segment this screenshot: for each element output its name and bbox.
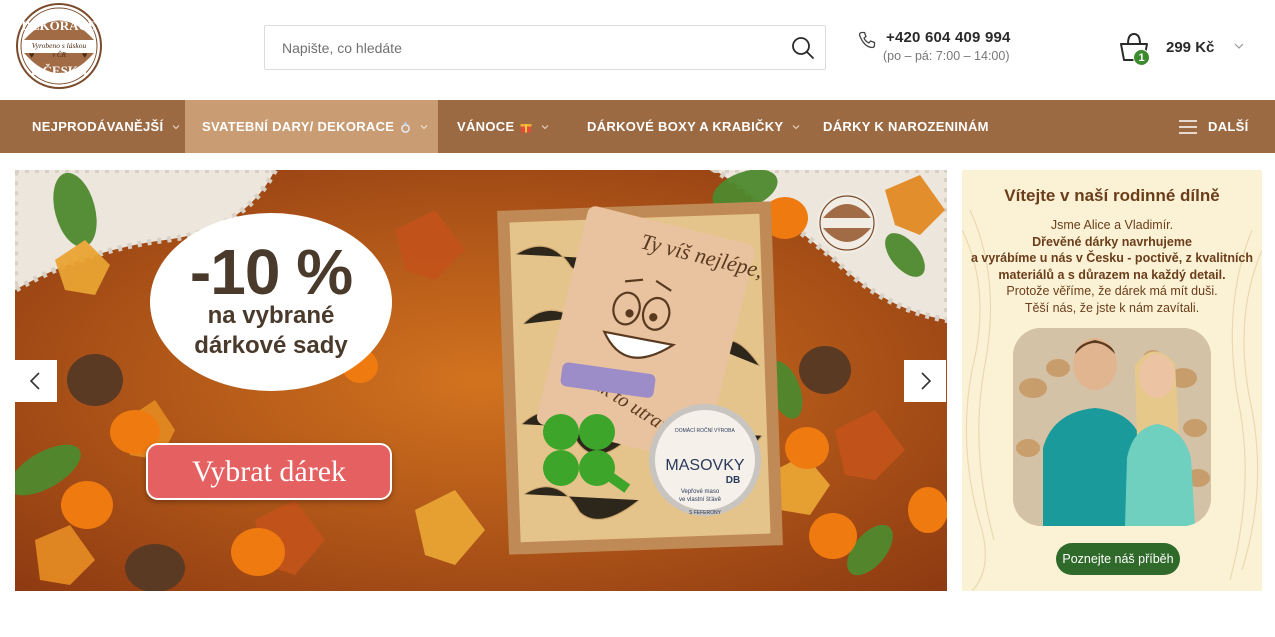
search-icon[interactable] bbox=[791, 36, 815, 60]
gift-icon bbox=[520, 123, 532, 132]
svg-text:Vyrobeno s láskou: Vyrobeno s láskou bbox=[32, 41, 87, 50]
main-navigation: NEJPRODÁVANĚJŠÍ SVATEBNÍ DARY/ DEKORACE … bbox=[0, 100, 1275, 153]
welcome-text: Jsme Alice a Vladimír. Dřevěné dárky nav… bbox=[970, 218, 1254, 315]
chevron-down-icon bbox=[420, 124, 428, 129]
opening-hours: (po – pá: 7:00 – 14:00) bbox=[883, 49, 1010, 63]
nav-item-label: DÁRKY K NAROZENINÁM bbox=[823, 119, 989, 134]
nav-item-bestsellers[interactable]: NEJPRODÁVANĚJŠÍ bbox=[0, 100, 185, 153]
welcome-panel: Vítejte v naší rodinné dílně Jsme Alice … bbox=[962, 170, 1262, 591]
logo[interactable]: DEKORACE Vyrobeno s láskou v ČR Z ČESKA … bbox=[14, 3, 104, 89]
svg-text:♥: ♥ bbox=[82, 50, 87, 60]
svg-text:♥: ♥ bbox=[29, 50, 34, 60]
phone-number[interactable]: +420 604 409 994 bbox=[886, 29, 1011, 46]
choose-gift-button[interactable]: Vybrat dárek bbox=[146, 443, 392, 500]
nav-more-button[interactable]: DALŠÍ bbox=[1178, 100, 1258, 153]
welcome-title: Vítejte v naší rodinné dílně bbox=[1004, 186, 1220, 205]
nav-item-wedding[interactable]: SVATEBNÍ DARY/ DEKORACE bbox=[185, 100, 438, 153]
slider-prev-button[interactable] bbox=[15, 360, 57, 402]
slider-next-button[interactable] bbox=[904, 360, 946, 402]
svg-text:Vepřové maso: Vepřové maso bbox=[681, 489, 720, 495]
chevron-down-icon[interactable] bbox=[1233, 40, 1245, 52]
svg-text:S FEFERONY: S FEFERONY bbox=[689, 510, 722, 516]
hero-image: Ty víš nejlépe, jak to utratit... MASOVK… bbox=[15, 170, 947, 591]
nav-item-gift-boxes[interactable]: DÁRKOVÉ BOXY A KRABIČKY bbox=[568, 100, 804, 153]
nav-more-label: DALŠÍ bbox=[1208, 119, 1249, 134]
chevron-left-icon bbox=[29, 372, 40, 390]
svg-text:DOMÁCÍ ROČNÍ VÝROBA: DOMÁCÍ ROČNÍ VÝROBA bbox=[675, 427, 735, 434]
svg-text:v ČR: v ČR bbox=[52, 51, 67, 59]
chevron-down-icon bbox=[793, 124, 800, 129]
nav-item-birthday[interactable]: DÁRKY K NAROZENINÁM bbox=[804, 100, 1004, 153]
family-photo bbox=[1013, 328, 1211, 526]
site-header: DEKORACE Vyrobeno s láskou v ČR Z ČESKA … bbox=[0, 0, 1275, 100]
nav-item-christmas[interactable]: VÁNOCE bbox=[438, 100, 568, 153]
cart-total[interactable]: 299 Kč bbox=[1166, 39, 1214, 56]
cart-count-badge: 1 bbox=[1133, 49, 1150, 66]
nav-item-label: SVATEBNÍ DARY/ DEKORACE bbox=[202, 119, 395, 134]
search-input[interactable] bbox=[265, 26, 775, 69]
svg-text:MASOVKY: MASOVKY bbox=[665, 457, 744, 474]
search-bar bbox=[264, 25, 826, 70]
chevron-down-icon bbox=[173, 124, 180, 129]
svg-text:ve vlastní šťávě: ve vlastní šťávě bbox=[679, 497, 722, 503]
nav-item-label: VÁNOCE bbox=[457, 119, 515, 134]
svg-text:DB: DB bbox=[726, 475, 740, 486]
hamburger-icon bbox=[1179, 119, 1197, 134]
discount-bubble: -10 % na vybrané dárkové sady bbox=[150, 213, 392, 391]
discount-value: -10 % bbox=[189, 236, 353, 308]
our-story-button[interactable]: Poznejte náš příběh bbox=[1056, 543, 1180, 575]
chevron-right-icon bbox=[921, 372, 932, 390]
phone-icon bbox=[858, 31, 876, 49]
discount-description: na vybrané dárkové sady bbox=[194, 302, 348, 359]
nav-item-label: DÁRKOVÉ BOXY A KRABIČKY bbox=[587, 119, 784, 134]
svg-text:Z ČESKA: Z ČESKA bbox=[31, 63, 88, 78]
hero-slider[interactable]: Ty víš nejlépe, jak to utratit... MASOVK… bbox=[15, 170, 947, 591]
ring-icon bbox=[401, 121, 411, 133]
nav-item-label: NEJPRODÁVANĚJŠÍ bbox=[32, 119, 164, 134]
chevron-down-icon bbox=[542, 124, 549, 129]
svg-text:DEKORACE: DEKORACE bbox=[21, 18, 96, 33]
